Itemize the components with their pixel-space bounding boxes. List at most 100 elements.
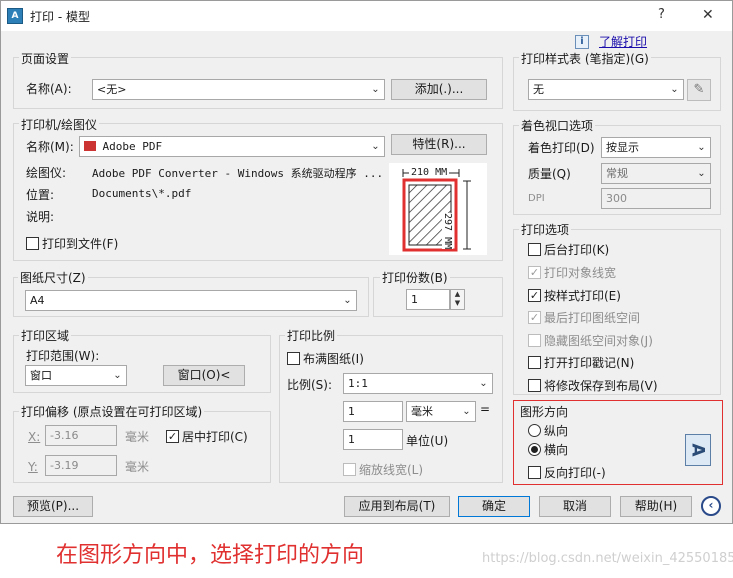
option-label: 隐藏图纸空间对象(J)	[544, 334, 653, 348]
landscape-page-icon: A	[685, 434, 711, 466]
shade-plot-label: 着色打印(D)	[528, 141, 595, 155]
preview-button[interactable]: 预览(P)...	[13, 496, 93, 517]
title-bar: A 打印 - 模型 ? ✕	[1, 1, 732, 31]
app-icon: A	[7, 8, 23, 24]
fit-to-paper-checkbox[interactable]: 布满图纸(I)	[287, 350, 364, 367]
edit-style-button[interactable]: ✎	[687, 79, 711, 101]
y-offset-unit: 毫米	[125, 460, 150, 474]
landscape-radio[interactable]: 横向	[528, 441, 568, 458]
center-plot-label: 居中打印(C)	[182, 430, 248, 444]
select-window-button[interactable]: 窗口(O)<	[163, 365, 245, 386]
portrait-label: 纵向	[544, 424, 569, 438]
x-offset-input[interactable]: -3.16	[45, 425, 117, 446]
chevron-down-icon: ⌄	[462, 406, 471, 417]
dpi-label: DPI	[528, 193, 545, 204]
checkbox-box: ✓	[528, 289, 541, 302]
scale-unit-select[interactable]: 毫米 ⌄	[406, 401, 476, 422]
checkbox-box	[528, 356, 541, 369]
quality-label: 质量(Q)	[528, 167, 571, 181]
radio-dot	[528, 424, 541, 437]
checkbox-box: ✓	[528, 311, 541, 324]
radio-dot	[528, 443, 541, 456]
checkbox-box	[26, 237, 39, 250]
page-setup-name-value: <无>	[97, 83, 127, 96]
orientation-title: 图形方向	[520, 405, 569, 419]
option-label: 打印对象线宽	[544, 266, 617, 280]
scale-value-input[interactable]: 1	[343, 401, 403, 422]
x-offset-unit: 毫米	[125, 430, 150, 444]
help-title-button[interactable]: ?	[658, 7, 665, 22]
cancel-button[interactable]: 取消	[539, 496, 611, 517]
plot-area-title: 打印区域	[19, 327, 72, 344]
option-plot-with-styles[interactable]: ✓ 按样式打印(E)	[528, 287, 621, 304]
option-paperspace-last[interactable]: ✓ 最后打印图纸空间	[528, 309, 640, 326]
page-setup-title: 页面设置	[19, 50, 72, 67]
y-offset-label: Y:	[28, 460, 38, 474]
learn-printing-link[interactable]: 了解打印	[599, 33, 647, 50]
ok-button[interactable]: 确定	[458, 496, 530, 517]
chevron-down-icon: ⌄	[479, 378, 488, 389]
style-table-title: 打印样式表 (笔指定)(G)	[519, 50, 651, 67]
printer-name-select[interactable]: Adobe PDF ⌄	[79, 136, 385, 157]
portrait-radio[interactable]: 纵向	[528, 422, 568, 439]
style-table-value: 无	[533, 83, 544, 96]
printer-name-value: Adobe PDF	[102, 140, 163, 153]
chevron-down-icon: ⌄	[113, 370, 122, 381]
option-save-to-layout[interactable]: 将修改保存到布局(V)	[528, 377, 658, 394]
scale-lineweights-checkbox[interactable]: 缩放线宽(L)	[343, 461, 423, 478]
upside-down-checkbox[interactable]: 反向打印(-)	[528, 464, 606, 481]
help-button[interactable]: 帮助(H)	[620, 496, 692, 517]
print-to-file-label: 打印到文件(F)	[42, 237, 119, 251]
paper-size-select[interactable]: A4 ⌄	[25, 290, 357, 311]
chevron-down-icon: ⌄	[371, 141, 380, 152]
chevron-down-icon: ⌄	[670, 84, 679, 95]
option-hide-paperspace-objects[interactable]: 隐藏图纸空间对象(J)	[528, 332, 653, 349]
style-table-select[interactable]: 无 ⌄	[528, 79, 684, 100]
print-to-file-checkbox[interactable]: 打印到文件(F)	[26, 235, 118, 252]
copies-spinner[interactable]: ▲ ▼	[450, 289, 465, 310]
scale-lineweights-label: 缩放线宽(L)	[359, 463, 424, 477]
option-label: 最后打印图纸空间	[544, 311, 641, 325]
info-icon: i	[575, 35, 589, 49]
scale-value: 1:1	[348, 377, 368, 390]
drawing-units-input[interactable]: 1	[343, 429, 403, 450]
quality-select[interactable]: 常规 ⌄	[601, 163, 711, 184]
page-setup-name-select[interactable]: <无> ⌄	[92, 79, 385, 100]
printer-properties-button[interactable]: 特性(R)...	[391, 134, 487, 155]
location-value: Documents\*.pdf	[92, 187, 192, 200]
paper-preview: 210 MM 297 MM	[389, 163, 487, 255]
center-plot-checkbox[interactable]: ✓ 居中打印(C)	[166, 428, 248, 445]
checkbox-box	[287, 352, 300, 365]
plot-range-select[interactable]: 窗口 ⌄	[25, 365, 127, 386]
location-label: 位置:	[26, 188, 55, 202]
collapse-options-icon[interactable]: ‹	[701, 496, 721, 516]
option-plot-lineweights[interactable]: ✓ 打印对象线宽	[528, 264, 616, 281]
plot-range-value: 窗口	[30, 369, 52, 382]
copies-input[interactable]: 1	[406, 289, 450, 310]
plot-range-label: 打印范围(W):	[26, 349, 100, 363]
plotter-label: 绘图仪:	[26, 166, 67, 180]
equals-sign: =	[480, 402, 491, 416]
chevron-down-icon: ⌄	[697, 168, 706, 179]
add-page-setup-button[interactable]: 添加(.)...	[391, 79, 487, 100]
shade-plot-select[interactable]: 按显示 ⌄	[601, 137, 711, 158]
option-label: 后台打印(K)	[544, 243, 610, 257]
apply-to-layout-button[interactable]: 应用到布局(T)	[344, 496, 450, 517]
paper-width-label: 210 MM	[409, 167, 450, 178]
checkbox-box: ✓	[166, 430, 179, 443]
checkbox-box	[528, 243, 541, 256]
plot-options-title: 打印选项	[519, 221, 572, 238]
pdf-printer-icon	[84, 141, 96, 151]
scale-select[interactable]: 1:1 ⌄	[343, 373, 493, 394]
chevron-down-icon: ⌄	[371, 84, 380, 95]
checkbox-box	[343, 463, 356, 476]
dpi-input[interactable]: 300	[601, 188, 711, 209]
close-icon[interactable]: ✕	[702, 7, 714, 23]
option-background-plot[interactable]: 后台打印(K)	[528, 241, 609, 258]
print-dialog: A 打印 - 模型 ? ✕ i 了解打印 页面设置 名称(A): <无> ⌄ 添…	[0, 0, 733, 524]
option-plot-stamp[interactable]: 打开打印戳记(N)	[528, 354, 634, 371]
plot-scale-title: 打印比例	[285, 327, 338, 344]
page-icon-letter: A	[687, 443, 708, 457]
option-label: 按样式打印(E)	[544, 289, 621, 303]
y-offset-input[interactable]: -3.19	[45, 455, 117, 476]
